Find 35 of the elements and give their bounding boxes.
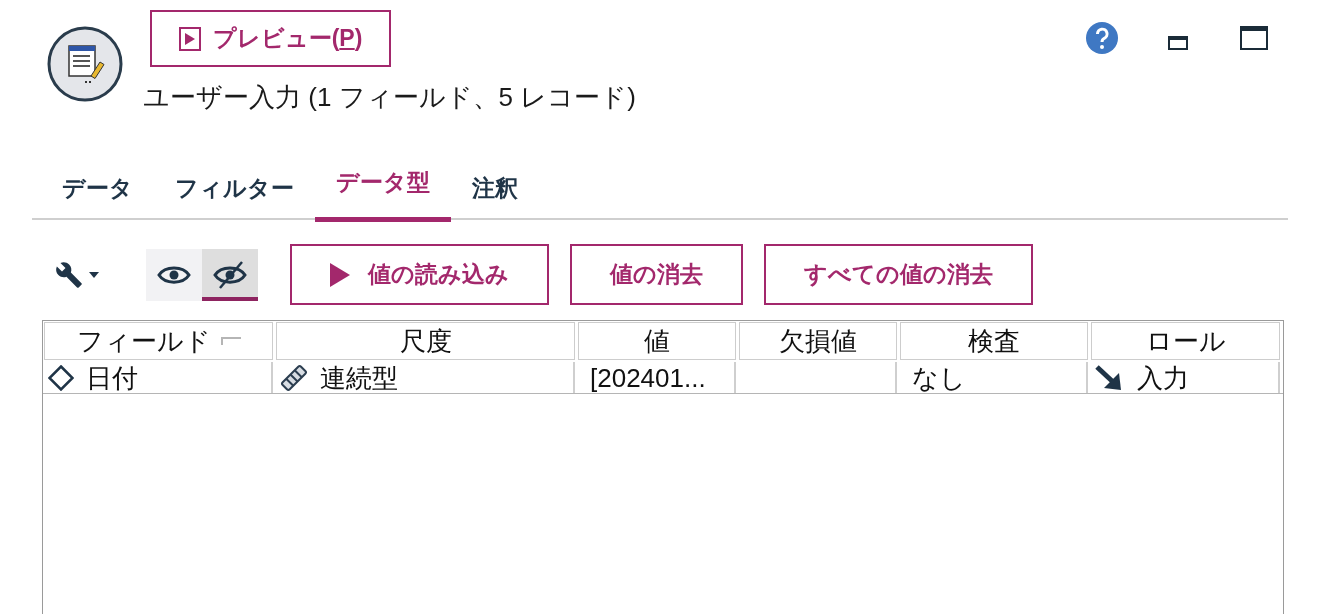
view-toggle-button[interactable] <box>202 248 258 301</box>
wrench-icon <box>55 260 83 289</box>
column-header[interactable]: 検査 <box>900 322 1088 360</box>
action-button[interactable]: 値の読み込み <box>290 244 549 305</box>
column-header[interactable]: ロール <box>1091 322 1280 360</box>
eye-icon <box>157 263 191 286</box>
action-button[interactable]: 値の消去 <box>570 244 743 305</box>
tab[interactable]: フィルター <box>154 150 315 222</box>
form-edit-icon <box>47 26 123 102</box>
table-cell: なし <box>912 362 966 393</box>
table-cell: 入力 <box>1137 362 1189 393</box>
tab[interactable]: データ <box>41 150 154 222</box>
preview-button[interactable]: プレビュー(P) <box>150 10 391 67</box>
tools-menu-button[interactable] <box>55 260 99 289</box>
caret-icon <box>89 271 99 278</box>
maximize-icon[interactable] <box>1240 26 1268 50</box>
action-button[interactable]: すべての値の消去 <box>764 244 1033 305</box>
minimize-icon[interactable] <box>1168 36 1188 50</box>
diamond-icon <box>48 364 74 391</box>
table-cell: 連続型 <box>320 362 398 393</box>
play-icon <box>178 26 201 51</box>
column-header[interactable]: 値 <box>578 322 736 360</box>
table-cell: [202401... <box>590 362 706 393</box>
column-header[interactable]: 欠損値 <box>739 322 897 360</box>
help-icon[interactable] <box>1086 22 1118 54</box>
column-header[interactable]: 尺度 <box>276 322 575 360</box>
tab[interactable]: データ型 <box>315 150 451 222</box>
play-icon <box>330 262 350 287</box>
arrow-icon <box>1095 364 1123 391</box>
window-title: ユーザー入力 (1 フィールド、5 レコード) <box>143 81 636 113</box>
eye-slash-icon <box>213 260 247 289</box>
column-header[interactable]: フィールド <box>44 322 273 360</box>
tab[interactable]: 注釈 <box>451 150 539 222</box>
view-toggle-button[interactable] <box>146 248 202 301</box>
table-cell: 日付 <box>86 362 138 393</box>
